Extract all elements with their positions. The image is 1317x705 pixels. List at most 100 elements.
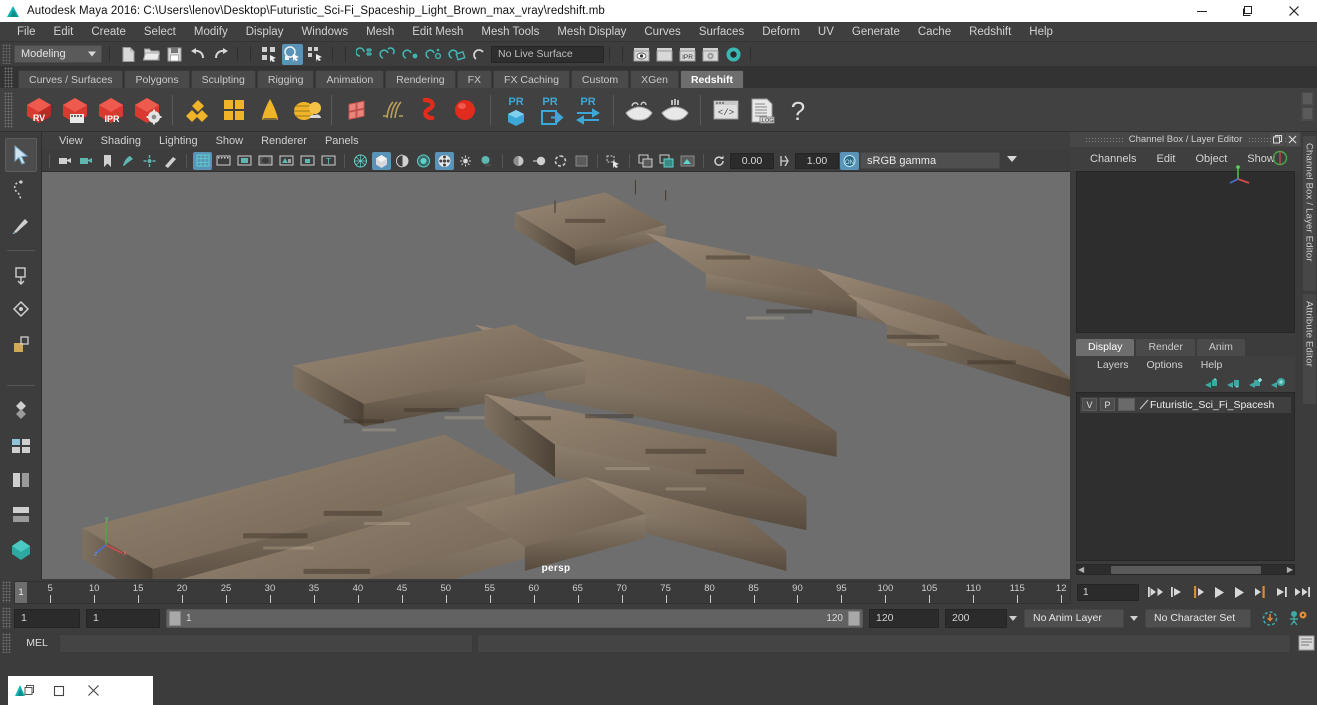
viewport-menu-view[interactable]: View [50, 132, 92, 150]
select-by-hierarchy-button[interactable] [259, 44, 280, 65]
shelf-tab-sculpting[interactable]: Sculpting [190, 70, 256, 88]
redshift-render-view-icon[interactable]: RV [22, 92, 56, 128]
viewport-menu-shading[interactable]: Shading [92, 132, 150, 150]
scroll-left-icon[interactable]: ◀ [1078, 565, 1084, 574]
select-tool[interactable] [4, 138, 37, 172]
status-line-grip[interactable] [2, 44, 11, 64]
menu-modify[interactable]: Modify [185, 22, 237, 42]
move-layer-down-button[interactable] [1224, 375, 1243, 391]
menu-help[interactable]: Help [1020, 22, 1062, 42]
undo-button[interactable] [187, 44, 208, 65]
shelf-tab-custom[interactable]: Custom [570, 70, 630, 88]
taskbar-restore-button[interactable] [42, 676, 76, 705]
multisample-aa-icon[interactable] [551, 152, 570, 170]
side-tab-channel-box[interactable]: Channel Box / Layer Editor [1302, 136, 1316, 291]
panel-grip[interactable] [1084, 136, 1123, 143]
playback-start-time-field[interactable]: 1 [86, 608, 160, 628]
menu-windows[interactable]: Windows [292, 22, 357, 42]
camera-attributes-icon[interactable] [77, 152, 96, 170]
motion-blur-icon[interactable] [530, 152, 549, 170]
mel-output-field[interactable] [477, 633, 1291, 653]
current-time-indicator[interactable]: 1 [15, 581, 27, 603]
redshift-script-editor-icon[interactable]: </> [709, 92, 743, 128]
gamma-reset-icon[interactable] [775, 152, 794, 170]
text-overlay-icon[interactable]: T [319, 152, 338, 170]
redshift-pr-export-icon[interactable]: PR [535, 92, 569, 128]
ipr-render-button[interactable]: IPR [677, 44, 698, 65]
color-management-toggle-icon[interactable]: ON [840, 151, 859, 170]
gamma-field[interactable]: 1.00 [795, 152, 839, 169]
shelf-tab-curves-surfaces[interactable]: Curves / Surfaces [18, 70, 124, 88]
snap-to-curve-button[interactable] [377, 44, 398, 65]
bookmark-icon[interactable] [98, 152, 117, 170]
render-settings-button[interactable] [700, 44, 721, 65]
display-layer-list[interactable]: V P Futuristic_Sci_Fi_Spacesh [1076, 391, 1295, 561]
layer-row[interactable]: V P Futuristic_Sci_Fi_Spacesh [1080, 396, 1291, 413]
tab-display[interactable]: Display [1076, 338, 1135, 356]
scale-tool[interactable] [5, 328, 37, 362]
range-slider[interactable]: 1 120 [166, 608, 863, 628]
range-end-handle[interactable] [848, 610, 860, 626]
redshift-proxy-icon[interactable] [340, 92, 374, 128]
move-layer-up-button[interactable] [1202, 375, 1221, 391]
redshift-material-icon[interactable] [181, 92, 215, 128]
gate-mask-icon[interactable] [256, 152, 275, 170]
redo-button[interactable] [210, 44, 231, 65]
menu-edit[interactable]: Edit [45, 22, 83, 42]
viewport-menu-lighting[interactable]: Lighting [150, 132, 207, 150]
layer-menu-options[interactable]: Options [1138, 359, 1192, 371]
resolution-gate-icon[interactable] [235, 152, 254, 170]
current-frame-field[interactable]: 1 [1077, 583, 1139, 601]
shelf-tab-animation[interactable]: Animation [315, 70, 385, 88]
redshift-dome-light-icon[interactable] [289, 92, 323, 128]
exposure-field[interactable]: 0.00 [730, 152, 774, 169]
menu-surfaces[interactable]: Surfaces [690, 22, 753, 42]
time-slider[interactable]: 1 5 10 15 20 25 30 35 40 45 50 55 60 65 70 75 80 85 90 95 1… [14, 580, 1071, 604]
redshift-light-cone-icon[interactable] [253, 92, 287, 128]
play-backwards-button[interactable] [1208, 582, 1229, 602]
shelf-tab-fx-caching[interactable]: FX Caching [493, 70, 570, 88]
command-language-label[interactable]: MEL [15, 637, 59, 649]
menu-generate[interactable]: Generate [843, 22, 909, 42]
playback-end-time-field[interactable]: 120 [869, 608, 939, 628]
redo-render-button[interactable] [654, 44, 675, 65]
snap-to-grid-button[interactable] [354, 44, 375, 65]
redshift-uv-grid-icon[interactable] [217, 92, 251, 128]
character-set-chevron-icon[interactable] [1130, 615, 1138, 621]
snap-to-point-button[interactable] [400, 44, 421, 65]
channel-box-content[interactable] [1076, 171, 1295, 333]
time-slider-grip[interactable] [2, 581, 11, 603]
maximize-button[interactable] [1225, 0, 1271, 22]
move-tool[interactable] [5, 258, 37, 292]
redshift-volume-icon[interactable] [412, 92, 446, 128]
go-to-end-button[interactable] [1292, 582, 1313, 602]
render-region-icon[interactable] [636, 152, 655, 170]
scroll-right-icon[interactable]: ▶ [1287, 565, 1293, 574]
redshift-log-icon[interactable]: .LOG [745, 92, 779, 128]
create-new-layer-button[interactable] [1246, 375, 1265, 391]
mel-command-input[interactable] [59, 633, 473, 653]
animation-start-time-field[interactable]: 1 [14, 608, 80, 628]
use-default-material-icon[interactable] [414, 152, 433, 170]
layer-list-scrollbar[interactable]: ◀ ▶ [1076, 564, 1295, 575]
two-d-pan-zoom-icon[interactable] [140, 152, 159, 170]
step-forward-key-button[interactable] [1250, 582, 1271, 602]
paint-select-tool[interactable] [5, 208, 37, 242]
step-forward-frame-button[interactable] [1271, 582, 1292, 602]
exposure-region-icon[interactable] [678, 152, 697, 170]
step-back-frame-button[interactable] [1166, 582, 1187, 602]
shelf-tab-polygons[interactable]: Polygons [124, 70, 190, 88]
shelf-tab-redshift[interactable]: Redshift [679, 70, 744, 88]
redshift-hair-icon[interactable] [376, 92, 410, 128]
undock-panel-button[interactable] [1271, 133, 1284, 146]
character-set-dropdown[interactable]: No Character Set [1145, 608, 1251, 628]
grease-pencil-icon[interactable] [161, 152, 180, 170]
select-by-object-button[interactable] [282, 43, 303, 65]
layer-menu-layers[interactable]: Layers [1088, 359, 1138, 371]
viewport-select-icon[interactable] [604, 152, 623, 170]
smooth-shade-all-icon[interactable] [372, 151, 391, 170]
viewport-menu-renderer[interactable]: Renderer [252, 132, 316, 150]
go-to-start-button[interactable] [1145, 582, 1166, 602]
side-tab-attribute-editor[interactable]: Attribute Editor [1302, 294, 1316, 404]
redshift-sphere-icon[interactable] [448, 92, 482, 128]
